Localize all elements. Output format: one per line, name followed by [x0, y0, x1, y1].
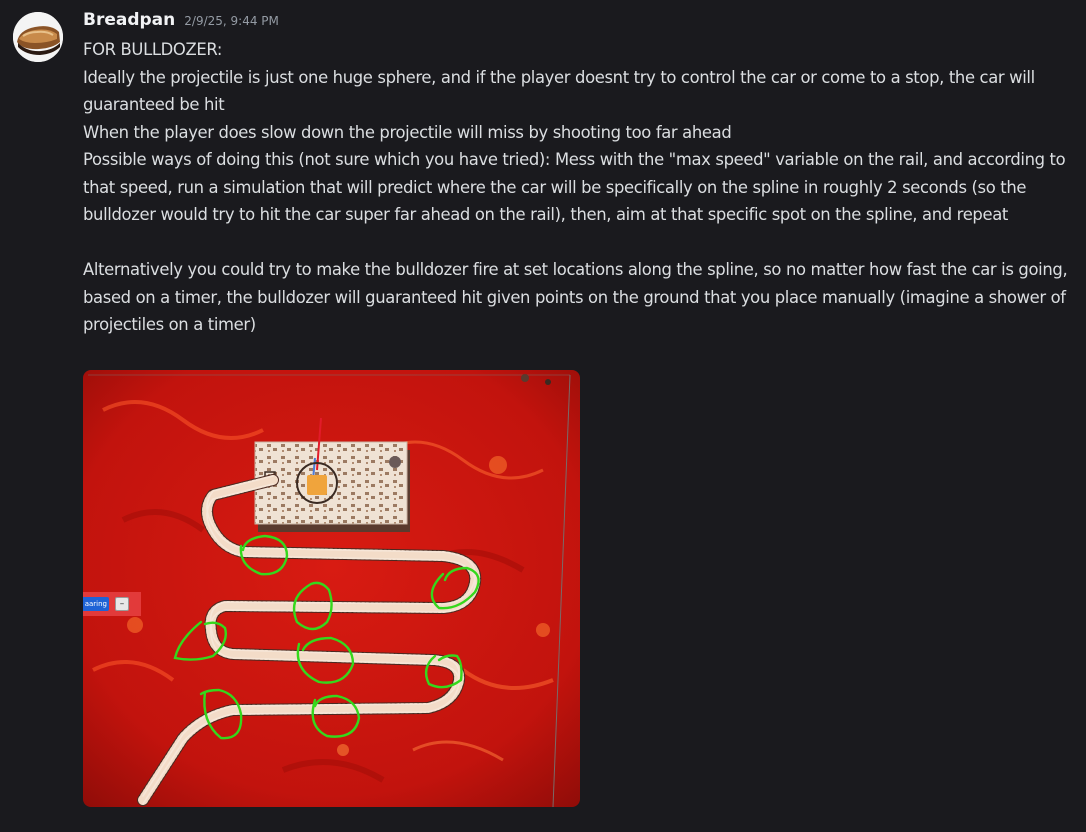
message-content: FOR BULLDOZER: Ideally the projectile is… [83, 36, 1068, 339]
bread-loaf-icon [13, 12, 63, 62]
game-screenshot [83, 370, 580, 807]
message-blank-line [83, 229, 1068, 257]
message-line: Possible ways of doing this (not sure wh… [83, 150, 1066, 224]
image-attachment[interactable]: aaring – [83, 370, 580, 807]
message-line: Ideally the projectile is just one huge … [83, 67, 1035, 115]
message-header: Breadpan 2/9/25, 9:44 PM [83, 10, 279, 36]
avatar[interactable] [13, 12, 63, 62]
embedded-ui-label[interactable]: aaring [83, 597, 109, 611]
chat-message: Breadpan 2/9/25, 9:44 PM FOR BULLDOZER: … [0, 0, 1086, 832]
username[interactable]: Breadpan [83, 10, 175, 30]
message-line: Alternatively you could try to make the … [83, 260, 1068, 334]
embedded-ui-minimize-button[interactable]: – [115, 597, 129, 611]
message-line: FOR BULLDOZER: [83, 40, 223, 59]
lava-background [83, 370, 580, 807]
message-line: When the player does slow down the proje… [83, 122, 732, 142]
timestamp[interactable]: 2/9/25, 9:44 PM [184, 14, 279, 28]
embedded-ui-panel: aaring – [83, 592, 141, 616]
